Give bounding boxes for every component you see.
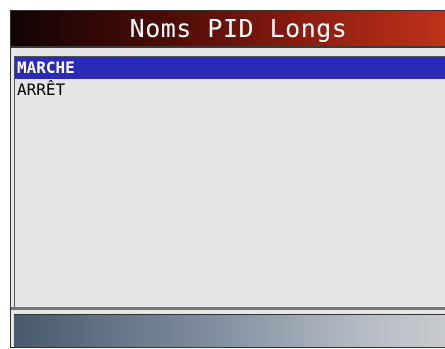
option-on[interactable]: MARCHE — [15, 57, 445, 79]
footer-bar — [14, 314, 445, 347]
option-off[interactable]: ARRÊT — [15, 79, 445, 101]
scan-tool-screen: Noms PID Longs MARCHE ARRÊT — [10, 10, 445, 348]
screen-title: Noms PID Longs — [129, 14, 348, 43]
footer-divider — [11, 307, 445, 310]
option-list: MARCHE ARRÊT — [14, 56, 445, 309]
title-bar: Noms PID Longs — [11, 11, 445, 48]
